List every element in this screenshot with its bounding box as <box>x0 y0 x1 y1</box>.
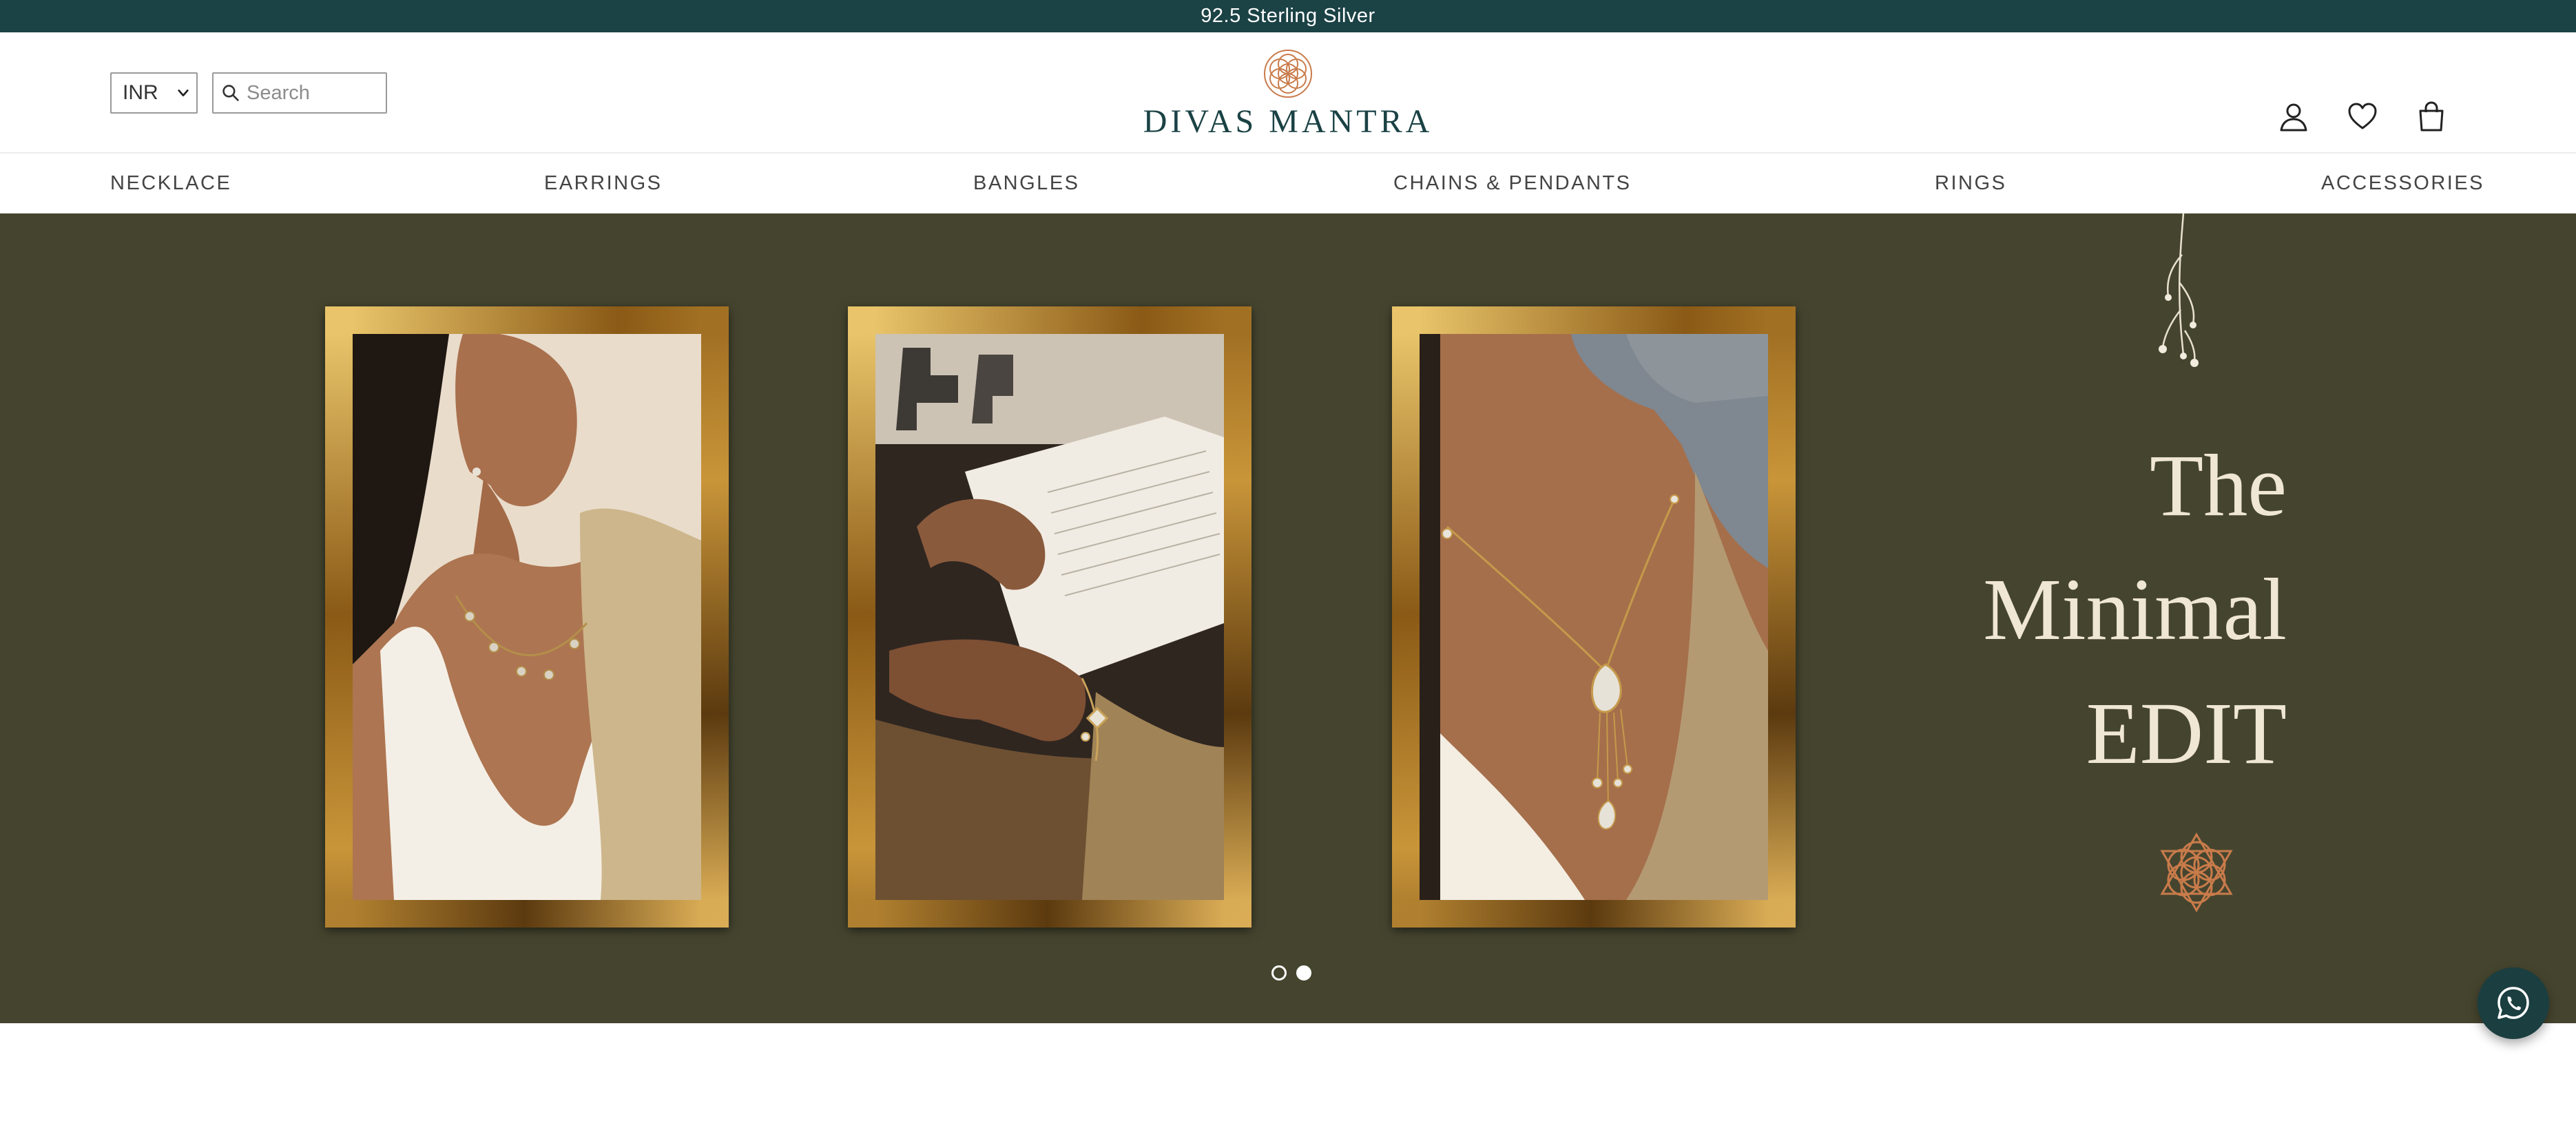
hero-frame-pendant <box>1392 306 1796 928</box>
currency-select[interactable]: INR <box>110 72 198 114</box>
nav-item-accessories[interactable]: ACCESSORIES <box>2321 154 2484 213</box>
search-box[interactable] <box>212 72 387 114</box>
flower-of-life-icon <box>1264 50 1312 98</box>
whatsapp-chat-button[interactable] <box>2478 967 2549 1039</box>
flower-of-life-icon <box>2160 832 2233 912</box>
slider-dot-2[interactable] <box>1296 965 1311 981</box>
nav-item-necklace[interactable]: NECKLACE <box>110 154 231 213</box>
heart-icon[interactable] <box>2346 100 2379 133</box>
hero-frame-bracelet <box>848 306 1251 928</box>
model-necklace-image <box>353 334 701 900</box>
slider-pagination <box>1271 965 1313 982</box>
chevron-down-icon <box>178 90 189 96</box>
nav-item-earrings[interactable]: EARRINGS <box>544 154 662 213</box>
brand-wordmark: DIVAS MANTRA <box>1143 103 1433 140</box>
brand-logo[interactable]: DIVAS MANTRA <box>1143 46 1433 149</box>
hero-frame-necklace <box>325 306 729 928</box>
announcement-bar: 92.5 Sterling Silver <box>0 0 2576 32</box>
twig-decoration-icon <box>2159 213 2199 367</box>
nav-item-chains-pendants[interactable]: CHAINS & PENDANTS <box>1393 154 1631 213</box>
hero-title-line: The <box>2150 437 2287 534</box>
model-bracelet-image <box>875 334 1224 900</box>
bag-icon[interactable] <box>2415 100 2448 133</box>
site-header: INR DIVAS MANTRA <box>0 32 2576 154</box>
user-icon[interactable] <box>2277 100 2310 133</box>
hero-title: The Minimal EDIT <box>1929 423 2287 795</box>
announcement-text: 92.5 Sterling Silver <box>1201 5 1375 27</box>
main-nav: NECKLACE EARRINGS BANGLES CHAINS & PENDA… <box>0 154 2576 213</box>
hero-title-line: EDIT <box>2086 684 2287 782</box>
slider-dot-1[interactable] <box>1271 965 1287 981</box>
currency-value: INR <box>123 81 158 104</box>
hero-title-line: Minimal <box>1983 560 2287 658</box>
whatsapp-icon <box>2497 987 2529 1019</box>
model-pendant-image <box>1420 334 1768 900</box>
hero-banner[interactable]: The Minimal EDIT <box>0 213 2576 1023</box>
search-input[interactable] <box>247 81 377 105</box>
nav-item-bangles[interactable]: BANGLES <box>973 154 1080 213</box>
nav-item-rings[interactable]: RINGS <box>1935 154 2006 213</box>
search-icon <box>222 85 239 101</box>
